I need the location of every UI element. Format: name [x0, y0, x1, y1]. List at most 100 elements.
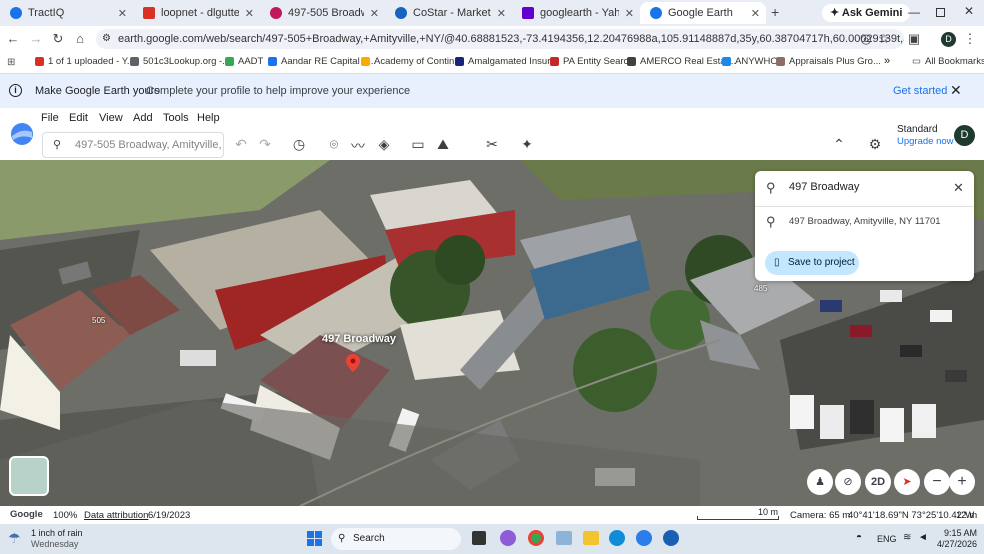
bookmark-item[interactable]: AMERCO Real Estat... [627, 56, 736, 67]
page-icon [455, 57, 464, 66]
file-explorer-icon[interactable] [583, 531, 599, 545]
bookmark-item[interactable]: 1 of 1 uploaded - Y... [35, 56, 135, 67]
tab-tractiq[interactable]: TractIQ ✕ [0, 2, 133, 24]
upgrade-link[interactable]: Upgrade now [897, 136, 954, 147]
forward-button[interactable]: → [28, 31, 44, 46]
maximize-button[interactable] [936, 8, 945, 17]
copilot-icon[interactable] [500, 530, 516, 546]
pegman-icon[interactable]: ♟ [807, 469, 833, 495]
windows-start-icon[interactable] [307, 531, 323, 547]
banner-title: Make Google Earth yours [35, 85, 160, 97]
user-avatar[interactable]: D [954, 125, 975, 146]
menu-edit[interactable]: Edit [69, 112, 88, 124]
lens-icon[interactable]: ◎ [858, 31, 874, 47]
map-style-thumbnail[interactable] [9, 456, 49, 496]
path-icon[interactable]: 〰 [349, 136, 367, 156]
menu-help[interactable]: Help [197, 112, 220, 124]
google-brand: Google [10, 509, 43, 520]
imagery-date: 6/19/2023 [148, 510, 191, 521]
more-bookmarks-icon[interactable]: » [884, 55, 890, 67]
tab-yahoo[interactable]: googlearth - Yahoo Searc✕ [512, 2, 640, 24]
home-button[interactable]: ⌂ [72, 31, 88, 46]
bookmark-item[interactable]: Academy of Contin... [361, 56, 462, 67]
tractiq-icon [10, 7, 22, 19]
info-icon: i [9, 84, 22, 97]
close-icon[interactable]: ✕ [625, 7, 634, 20]
edge-icon[interactable] [609, 530, 625, 546]
layers-icon[interactable]: ◈ [375, 136, 393, 153]
zoom-out-button[interactable]: − [924, 469, 950, 495]
reload-button[interactable]: ↻ [50, 31, 66, 47]
clock-date[interactable]: 4/27/2026 [937, 539, 977, 549]
bookmark-item[interactable]: PA Entity Search [550, 56, 634, 67]
bookmark-item[interactable]: Amalgamated Insur... [455, 56, 558, 67]
taskbar-search[interactable]: ⚲ Search [331, 528, 461, 550]
minimize-button[interactable]: — [908, 5, 920, 19]
menu-icon[interactable]: ⋮ [962, 31, 978, 47]
menu-tools[interactable]: Tools [163, 112, 189, 124]
close-icon[interactable]: ✕ [497, 7, 506, 20]
close-icon[interactable]: ✕ [370, 7, 379, 20]
view-2d-button[interactable]: 2D [865, 469, 891, 495]
tab-broadway[interactable]: 497-505 Broadway, Amity✕ [260, 2, 385, 24]
tab-costar[interactable]: CoStar - Marketing Cente✕ [385, 2, 512, 24]
tools-icon[interactable]: ✂ [483, 136, 501, 153]
close-icon[interactable]: ✕ [118, 7, 127, 20]
app-icon[interactable] [556, 531, 572, 545]
menu-view[interactable]: View [99, 112, 123, 124]
measure-icon[interactable]: ▭ [409, 136, 427, 153]
ask-gemini-button[interactable]: ✦ Ask Gemini [822, 4, 911, 22]
profile-avatar[interactable]: D [941, 32, 956, 47]
language-indicator[interactable]: ENG [877, 534, 897, 544]
url-input[interactable]: ⚙ earth.google.com/web/search/497-505+Bro… [96, 29, 904, 49]
sidebar-icon[interactable]: ▣ [906, 31, 922, 47]
get-started-link[interactable]: Get started [893, 85, 947, 97]
bookmark-item[interactable]: AADT [225, 56, 263, 67]
zoom-in-button[interactable]: + [949, 469, 975, 495]
clock-time[interactable]: 9:15 AM [944, 528, 977, 538]
history-icon[interactable]: ◷ [290, 136, 308, 153]
app-icon[interactable] [636, 530, 652, 546]
task-view-icon[interactable] [472, 531, 486, 545]
chrome-icon[interactable] [528, 530, 544, 546]
banner-close-icon[interactable]: ✕ [950, 82, 962, 99]
collapse-icon[interactable]: ⌃ [830, 136, 848, 153]
volume-icon[interactable]: ◄ [918, 532, 928, 543]
app-icon[interactable] [663, 530, 679, 546]
close-icon[interactable]: ✕ [751, 7, 760, 20]
redo-icon[interactable]: ↷ [256, 136, 274, 153]
save-to-project-button[interactable]: ▯ Save to project [765, 251, 859, 275]
placemark-icon[interactable]: ⌾ [325, 136, 343, 153]
tray-icon[interactable]: ◓ [856, 532, 862, 543]
close-icon[interactable]: ✕ [245, 7, 254, 20]
bookmark-item[interactable]: ANYWHO [722, 56, 778, 67]
tab-google-earth[interactable]: Google Earth ✕ [640, 2, 766, 24]
wifi-icon[interactable]: ≋ [903, 532, 911, 543]
back-button[interactable]: ← [5, 31, 21, 46]
tab-loopnet[interactable]: loopnet - dlgutterman@✕ [133, 2, 260, 24]
weather-icon[interactable]: ☂ [8, 530, 21, 547]
data-attribution-link[interactable]: Data attribution [84, 510, 148, 521]
site-info-icon[interactable]: ⚙ [102, 29, 111, 49]
menu-file[interactable]: File [41, 112, 59, 124]
bookmark-item[interactable]: Aandar RE Capital A... [268, 56, 376, 67]
location-pin-icon[interactable] [346, 354, 360, 372]
card-close-icon[interactable]: ✕ [953, 180, 964, 196]
window-close-button[interactable]: ✕ [964, 4, 974, 18]
map-style-icon[interactable]: ⛰ [434, 136, 452, 153]
gemini-icon[interactable]: ✦ [518, 136, 536, 153]
search-input[interactable]: ⚲ 497-505 Broadway, Amityville, N [42, 132, 224, 158]
all-bookmarks[interactable]: ▭ All Bookmarks [912, 56, 984, 67]
card-title: 497 Broadway [789, 181, 860, 193]
address-bar-row: ← → ↻ ⌂ ⚙ earth.google.com/web/search/497… [0, 26, 984, 52]
undo-icon[interactable]: ↶ [232, 136, 250, 153]
settings-gear-icon[interactable]: ⚙ [866, 136, 884, 153]
tilt-toggle-icon[interactable]: ⊘ [835, 469, 861, 495]
compass-icon[interactable]: ➤ [894, 469, 920, 495]
bookmark-star-icon[interactable]: ☆ [876, 31, 892, 47]
bookmark-item[interactable]: Appraisals Plus Gro... [776, 56, 881, 67]
apps-icon[interactable]: ⊞ [7, 57, 15, 68]
menu-add[interactable]: Add [133, 112, 153, 124]
bookmark-item[interactable]: 501c3Lookup.org -... [130, 56, 230, 67]
new-tab-button[interactable]: + [771, 4, 779, 20]
